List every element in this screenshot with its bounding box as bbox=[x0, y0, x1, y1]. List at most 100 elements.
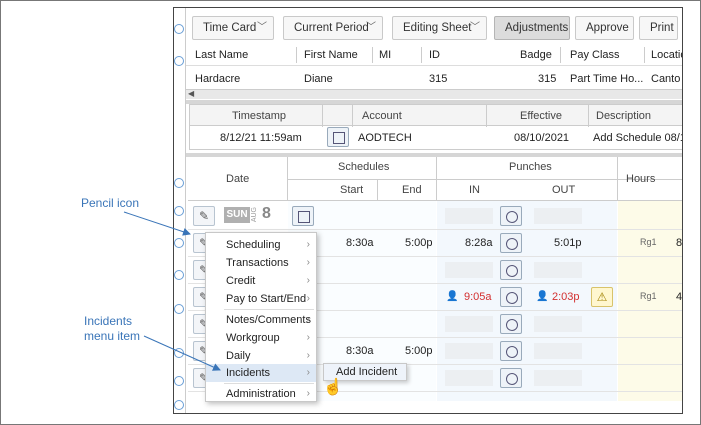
menu-item-administration[interactable]: Administration › bbox=[206, 385, 316, 403]
clock-icon[interactable] bbox=[500, 314, 522, 334]
employee-row[interactable]: Hardacre Diane 315 315 Part Time Ho... C… bbox=[186, 68, 682, 88]
adjustment-row[interactable]: 8/12/21 11:59am AODTECH 08/10/2021 Add S… bbox=[189, 126, 682, 150]
in-punch-field[interactable] bbox=[445, 262, 493, 278]
grid-header: Date Schedules Start End Punches IN OUT … bbox=[188, 157, 682, 201]
person-icon: 👤 bbox=[446, 291, 459, 302]
out-punch-field[interactable] bbox=[534, 262, 582, 278]
calendar-icon[interactable] bbox=[292, 206, 314, 226]
cell-hours: 4 bbox=[676, 291, 683, 303]
col-in: IN bbox=[469, 184, 480, 196]
clock-icon[interactable] bbox=[500, 341, 522, 361]
warning-icon[interactable]: ⚠ bbox=[591, 287, 613, 307]
circle-icon[interactable] bbox=[174, 178, 184, 188]
col-description[interactable]: Description bbox=[596, 110, 651, 122]
clock-icon[interactable] bbox=[500, 368, 522, 388]
horizontal-scrollbar[interactable]: ◀ bbox=[186, 89, 682, 99]
menu-item-credit[interactable]: Credit › bbox=[206, 272, 316, 290]
clock-icon[interactable] bbox=[500, 260, 522, 280]
menu-item-pay-to-start-end[interactable]: Pay to Start/End › bbox=[206, 290, 316, 308]
menu-item-label: Administration bbox=[226, 388, 296, 400]
cell-in[interactable]: 8:28a bbox=[465, 237, 493, 249]
chevron-down-icon: ﹀ bbox=[470, 22, 480, 33]
current-period-label: Current Period bbox=[294, 22, 369, 34]
menu-item-notes-comments[interactable]: Notes/Comments › bbox=[206, 311, 316, 329]
pencil-icon[interactable]: ✎ bbox=[193, 206, 215, 226]
out-punch-field[interactable] bbox=[534, 208, 582, 224]
col-badge[interactable]: Badge bbox=[520, 49, 552, 61]
cell-end[interactable]: 5:00p bbox=[405, 345, 433, 357]
col-first-name[interactable]: First Name bbox=[304, 49, 358, 61]
col-location[interactable]: Locatio bbox=[651, 49, 682, 61]
col-last-name[interactable]: Last Name bbox=[195, 49, 248, 61]
menu-item-workgroup[interactable]: Workgroup › bbox=[206, 329, 316, 347]
clock-icon[interactable] bbox=[500, 287, 522, 307]
out-punch-field[interactable] bbox=[534, 343, 582, 359]
hand-cursor-icon: ☝ bbox=[323, 379, 343, 396]
cell-out[interactable]: 2:03p bbox=[552, 291, 580, 303]
cell-description: Add Schedule 08/10/ bbox=[593, 132, 682, 144]
month-label: AUG bbox=[251, 207, 258, 223]
scroll-left-icon[interactable]: ◀ bbox=[188, 89, 194, 98]
current-period-dropdown[interactable]: Current Period ﹀ bbox=[283, 16, 383, 40]
approve-button[interactable]: Approve bbox=[575, 16, 634, 40]
menu-item-label: Workgroup bbox=[226, 332, 280, 344]
cell-out[interactable]: 5:01p bbox=[554, 237, 582, 249]
cell-in[interactable]: 9:05a bbox=[464, 291, 492, 303]
col-pay-class[interactable]: Pay Class bbox=[570, 49, 620, 61]
day-badge: SUN bbox=[224, 207, 250, 223]
circle-icon[interactable] bbox=[174, 270, 184, 280]
circle-icon[interactable] bbox=[174, 24, 184, 34]
col-date: Date bbox=[226, 173, 250, 185]
menu-item-label: Scheduling bbox=[226, 239, 281, 251]
circle-icon[interactable] bbox=[174, 348, 184, 358]
circle-icon[interactable] bbox=[174, 238, 184, 248]
menu-item-label: Notes/Comments bbox=[226, 314, 311, 326]
table-row[interactable]: ✎ SUN AUG 8 bbox=[188, 203, 682, 230]
circle-icon[interactable] bbox=[174, 376, 184, 386]
in-punch-field[interactable] bbox=[445, 370, 493, 386]
col-out: OUT bbox=[552, 184, 576, 196]
col-id[interactable]: ID bbox=[429, 49, 440, 61]
chevron-down-icon: ﹀ bbox=[257, 22, 267, 33]
circle-icon[interactable] bbox=[174, 206, 184, 216]
in-punch-field[interactable] bbox=[445, 316, 493, 332]
editing-sheet-dropdown[interactable]: Editing Sheet ﹀ bbox=[392, 16, 487, 40]
clock-icon[interactable] bbox=[500, 233, 522, 253]
in-punch-field[interactable] bbox=[445, 343, 493, 359]
out-punch-field[interactable] bbox=[534, 370, 582, 386]
col-effective[interactable]: Effective bbox=[520, 110, 562, 122]
menu-item-label: Incidents bbox=[226, 367, 271, 379]
col-account[interactable]: Account bbox=[362, 110, 402, 122]
in-punch-field[interactable] bbox=[445, 208, 493, 224]
circle-icon[interactable] bbox=[174, 304, 184, 314]
cell-start[interactable]: 8:30a bbox=[346, 345, 374, 357]
chevron-right-icon: › bbox=[306, 239, 310, 250]
col-schedules: Schedules bbox=[338, 161, 390, 173]
day-number: 8 bbox=[262, 205, 271, 222]
cell-location: Canto bbox=[651, 73, 681, 85]
clock-icon[interactable] bbox=[500, 206, 522, 226]
cell-end[interactable]: 5:00p bbox=[405, 237, 433, 249]
menu-item-daily[interactable]: Daily › bbox=[206, 347, 316, 365]
circle-icon[interactable] bbox=[174, 400, 184, 410]
menu-item-incidents[interactable]: Incidents › bbox=[206, 364, 316, 382]
menu-item-scheduling[interactable]: Scheduling › bbox=[206, 236, 316, 254]
col-timestamp[interactable]: Timestamp bbox=[232, 110, 286, 122]
editing-sheet-label: Editing Sheet bbox=[403, 22, 472, 34]
menu-separator bbox=[224, 383, 314, 384]
chevron-right-icon: › bbox=[306, 350, 310, 361]
chevron-right-icon: › bbox=[306, 332, 310, 343]
time-card-dropdown[interactable]: Time Card ﹀ bbox=[192, 16, 274, 40]
circle-icon[interactable] bbox=[174, 56, 184, 66]
chevron-right-icon: › bbox=[306, 257, 310, 268]
document-icon[interactable] bbox=[327, 127, 349, 147]
out-punch-field[interactable] bbox=[534, 316, 582, 332]
cell-first-name: Diane bbox=[304, 73, 333, 85]
col-mi[interactable]: MI bbox=[379, 49, 391, 61]
chevron-right-icon: › bbox=[306, 367, 310, 378]
menu-item-transactions[interactable]: Transactions › bbox=[206, 254, 316, 272]
chevron-down-icon: ﹀ bbox=[366, 22, 376, 33]
adjustments-button[interactable]: Adjustments bbox=[494, 16, 570, 40]
cell-start[interactable]: 8:30a bbox=[346, 237, 374, 249]
print-button[interactable]: Print bbox=[639, 16, 678, 40]
